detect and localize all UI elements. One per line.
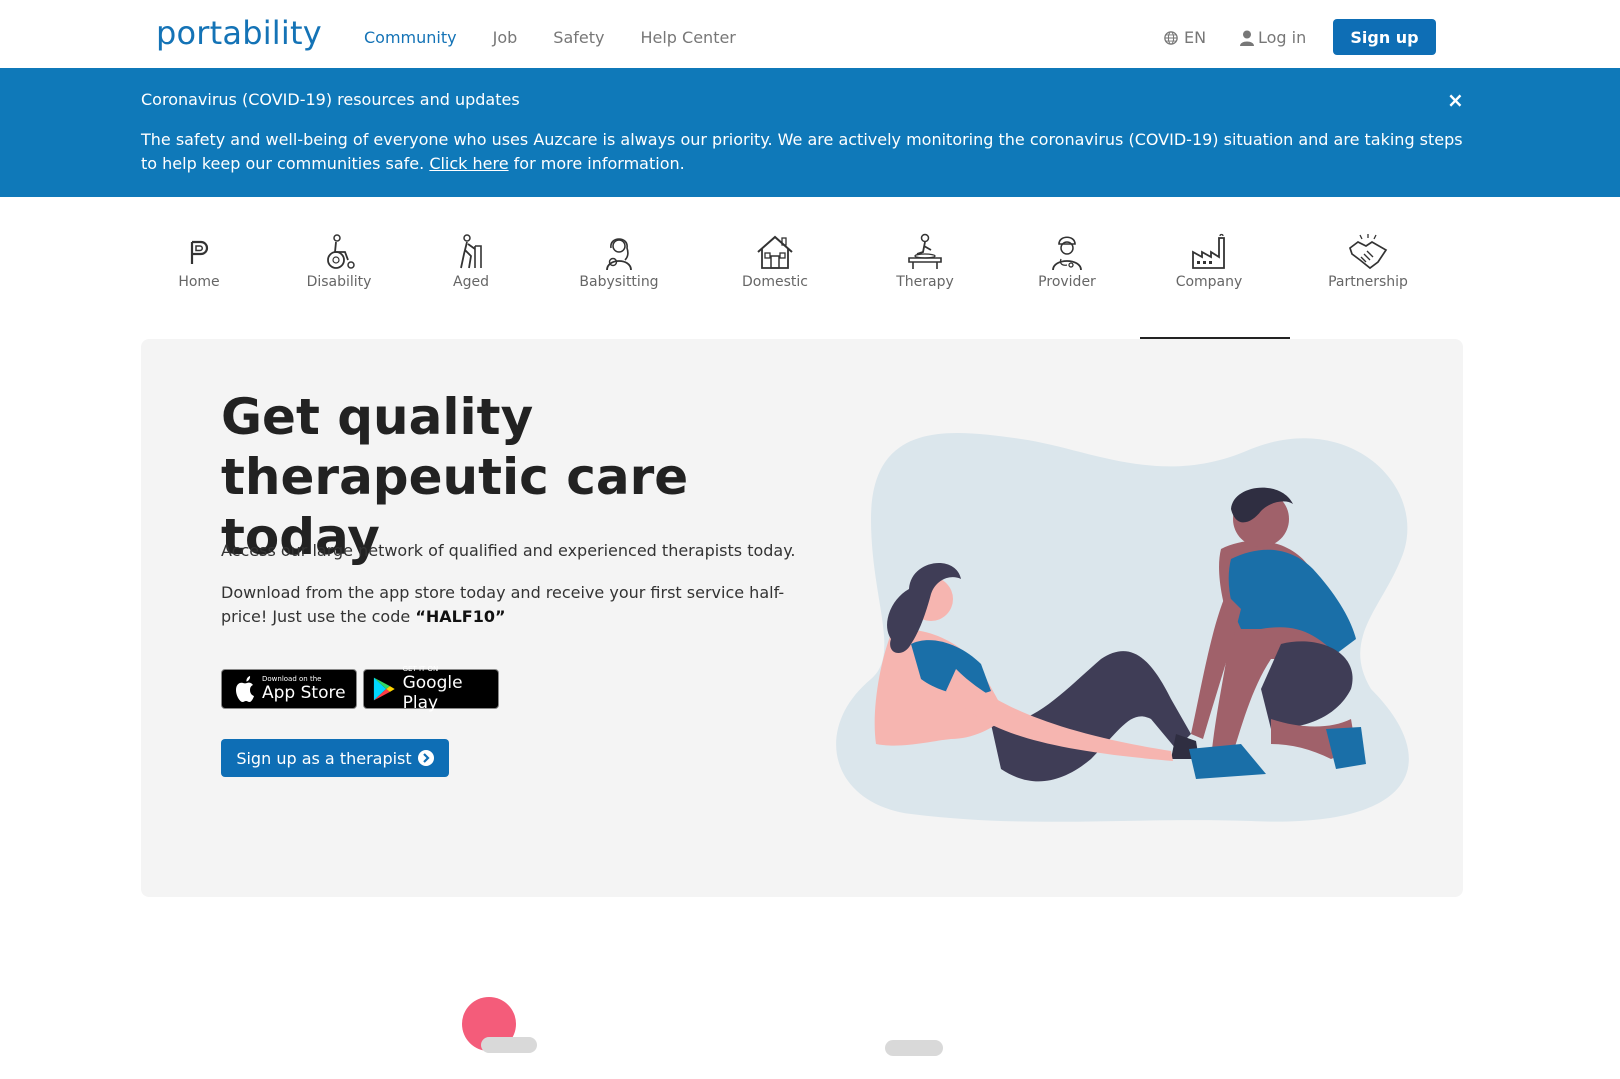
app-store-button[interactable]: Download on the App Store bbox=[221, 669, 357, 709]
category-label: Home bbox=[178, 274, 220, 290]
banner-text-after: for more information. bbox=[513, 154, 685, 173]
category-provider[interactable]: Provider bbox=[1035, 232, 1099, 290]
apple-icon bbox=[236, 676, 254, 702]
hero-title: Get quality therapeutic care today bbox=[221, 387, 861, 567]
category-label: Babysitting bbox=[579, 274, 659, 290]
google-play-icon bbox=[373, 677, 395, 701]
massage-table-icon bbox=[908, 233, 942, 269]
hero-promo-text: Download from the app store today and re… bbox=[221, 581, 801, 629]
signup-button[interactable]: Sign up bbox=[1333, 19, 1436, 55]
covid-banner: Coronavirus (COVID-19) resources and upd… bbox=[0, 68, 1620, 197]
therapy-illustration bbox=[836, 432, 1409, 822]
wheelchair-icon bbox=[327, 234, 355, 269]
language-selector[interactable]: EN bbox=[1164, 28, 1206, 47]
banner-title: Coronavirus (COVID-19) resources and upd… bbox=[141, 90, 520, 109]
language-label: EN bbox=[1184, 28, 1207, 47]
google-play-small-label: GET IT ON bbox=[402, 665, 439, 673]
signup-therapist-label: Sign up as a therapist bbox=[236, 748, 412, 768]
category-label: Aged bbox=[453, 274, 489, 290]
babysitter-icon bbox=[606, 238, 632, 271]
category-babysitting[interactable]: Babysitting bbox=[574, 232, 664, 290]
handshake-icon bbox=[1348, 234, 1388, 270]
category-home[interactable]: Home bbox=[169, 232, 229, 290]
portability-logo[interactable]: portability bbox=[156, 14, 322, 52]
category-aged[interactable]: Aged bbox=[443, 232, 499, 290]
google-play-button[interactable]: GET IT ON Google Play bbox=[363, 665, 499, 713]
close-icon[interactable]: × bbox=[1447, 88, 1464, 112]
arrow-circle-right-icon bbox=[417, 750, 434, 766]
factory-icon bbox=[1192, 233, 1225, 269]
nav-safety[interactable]: Safety bbox=[553, 28, 604, 47]
category-disability[interactable]: Disability bbox=[303, 232, 375, 290]
google-play-label: Google Play bbox=[402, 673, 463, 713]
doctor-icon bbox=[1052, 236, 1082, 271]
banner-text: The safety and well-being of everyone wh… bbox=[141, 128, 1481, 176]
banner-click-here-link[interactable]: Click here bbox=[429, 154, 508, 173]
category-therapy[interactable]: Therapy bbox=[891, 232, 959, 290]
category-label: Partnership bbox=[1328, 274, 1408, 290]
category-domestic[interactable]: Domestic bbox=[735, 232, 815, 290]
decorative-cloud bbox=[885, 1040, 943, 1056]
main-nav: Community Job Safety Help Center bbox=[364, 28, 772, 47]
banner-text-before: The safety and well-being of everyone wh… bbox=[141, 130, 1463, 173]
category-company[interactable]: Company bbox=[1171, 232, 1247, 290]
category-label: Therapy bbox=[896, 274, 954, 290]
hero-description: Access our large network of qualified an… bbox=[221, 541, 796, 560]
category-label: Company bbox=[1175, 274, 1243, 290]
globe-icon bbox=[1164, 30, 1178, 45]
category-nav: Home Disability Aged Babysitting Domesti… bbox=[141, 232, 1461, 340]
app-store-small-label: Download on the bbox=[262, 675, 322, 683]
category-partnership[interactable]: Partnership bbox=[1326, 232, 1410, 290]
top-navbar: portability Community Job Safety Help Ce… bbox=[0, 0, 1620, 68]
login-link[interactable]: Log in bbox=[1240, 28, 1306, 47]
app-store-label: App Store bbox=[262, 683, 346, 703]
nav-community[interactable]: Community bbox=[364, 28, 457, 47]
login-label: Log in bbox=[1258, 28, 1307, 47]
elderly-walker-icon bbox=[460, 234, 482, 269]
portability-p-icon bbox=[190, 240, 209, 264]
category-label: Domestic bbox=[742, 274, 808, 290]
category-label: Provider bbox=[1038, 274, 1096, 290]
signup-therapist-button[interactable]: Sign up as a therapist bbox=[221, 739, 449, 777]
user-icon bbox=[1240, 30, 1254, 46]
nav-job[interactable]: Job bbox=[493, 28, 518, 47]
hero-title-line1: Get quality bbox=[221, 388, 534, 446]
hero-card: Get quality therapeutic care today Acces… bbox=[141, 339, 1463, 897]
category-label: Disability bbox=[306, 274, 372, 290]
house-icon bbox=[757, 235, 793, 269]
promo-code: “HALF10” bbox=[415, 607, 506, 626]
nav-help-center[interactable]: Help Center bbox=[640, 28, 735, 47]
decorative-cloud bbox=[481, 1037, 537, 1053]
